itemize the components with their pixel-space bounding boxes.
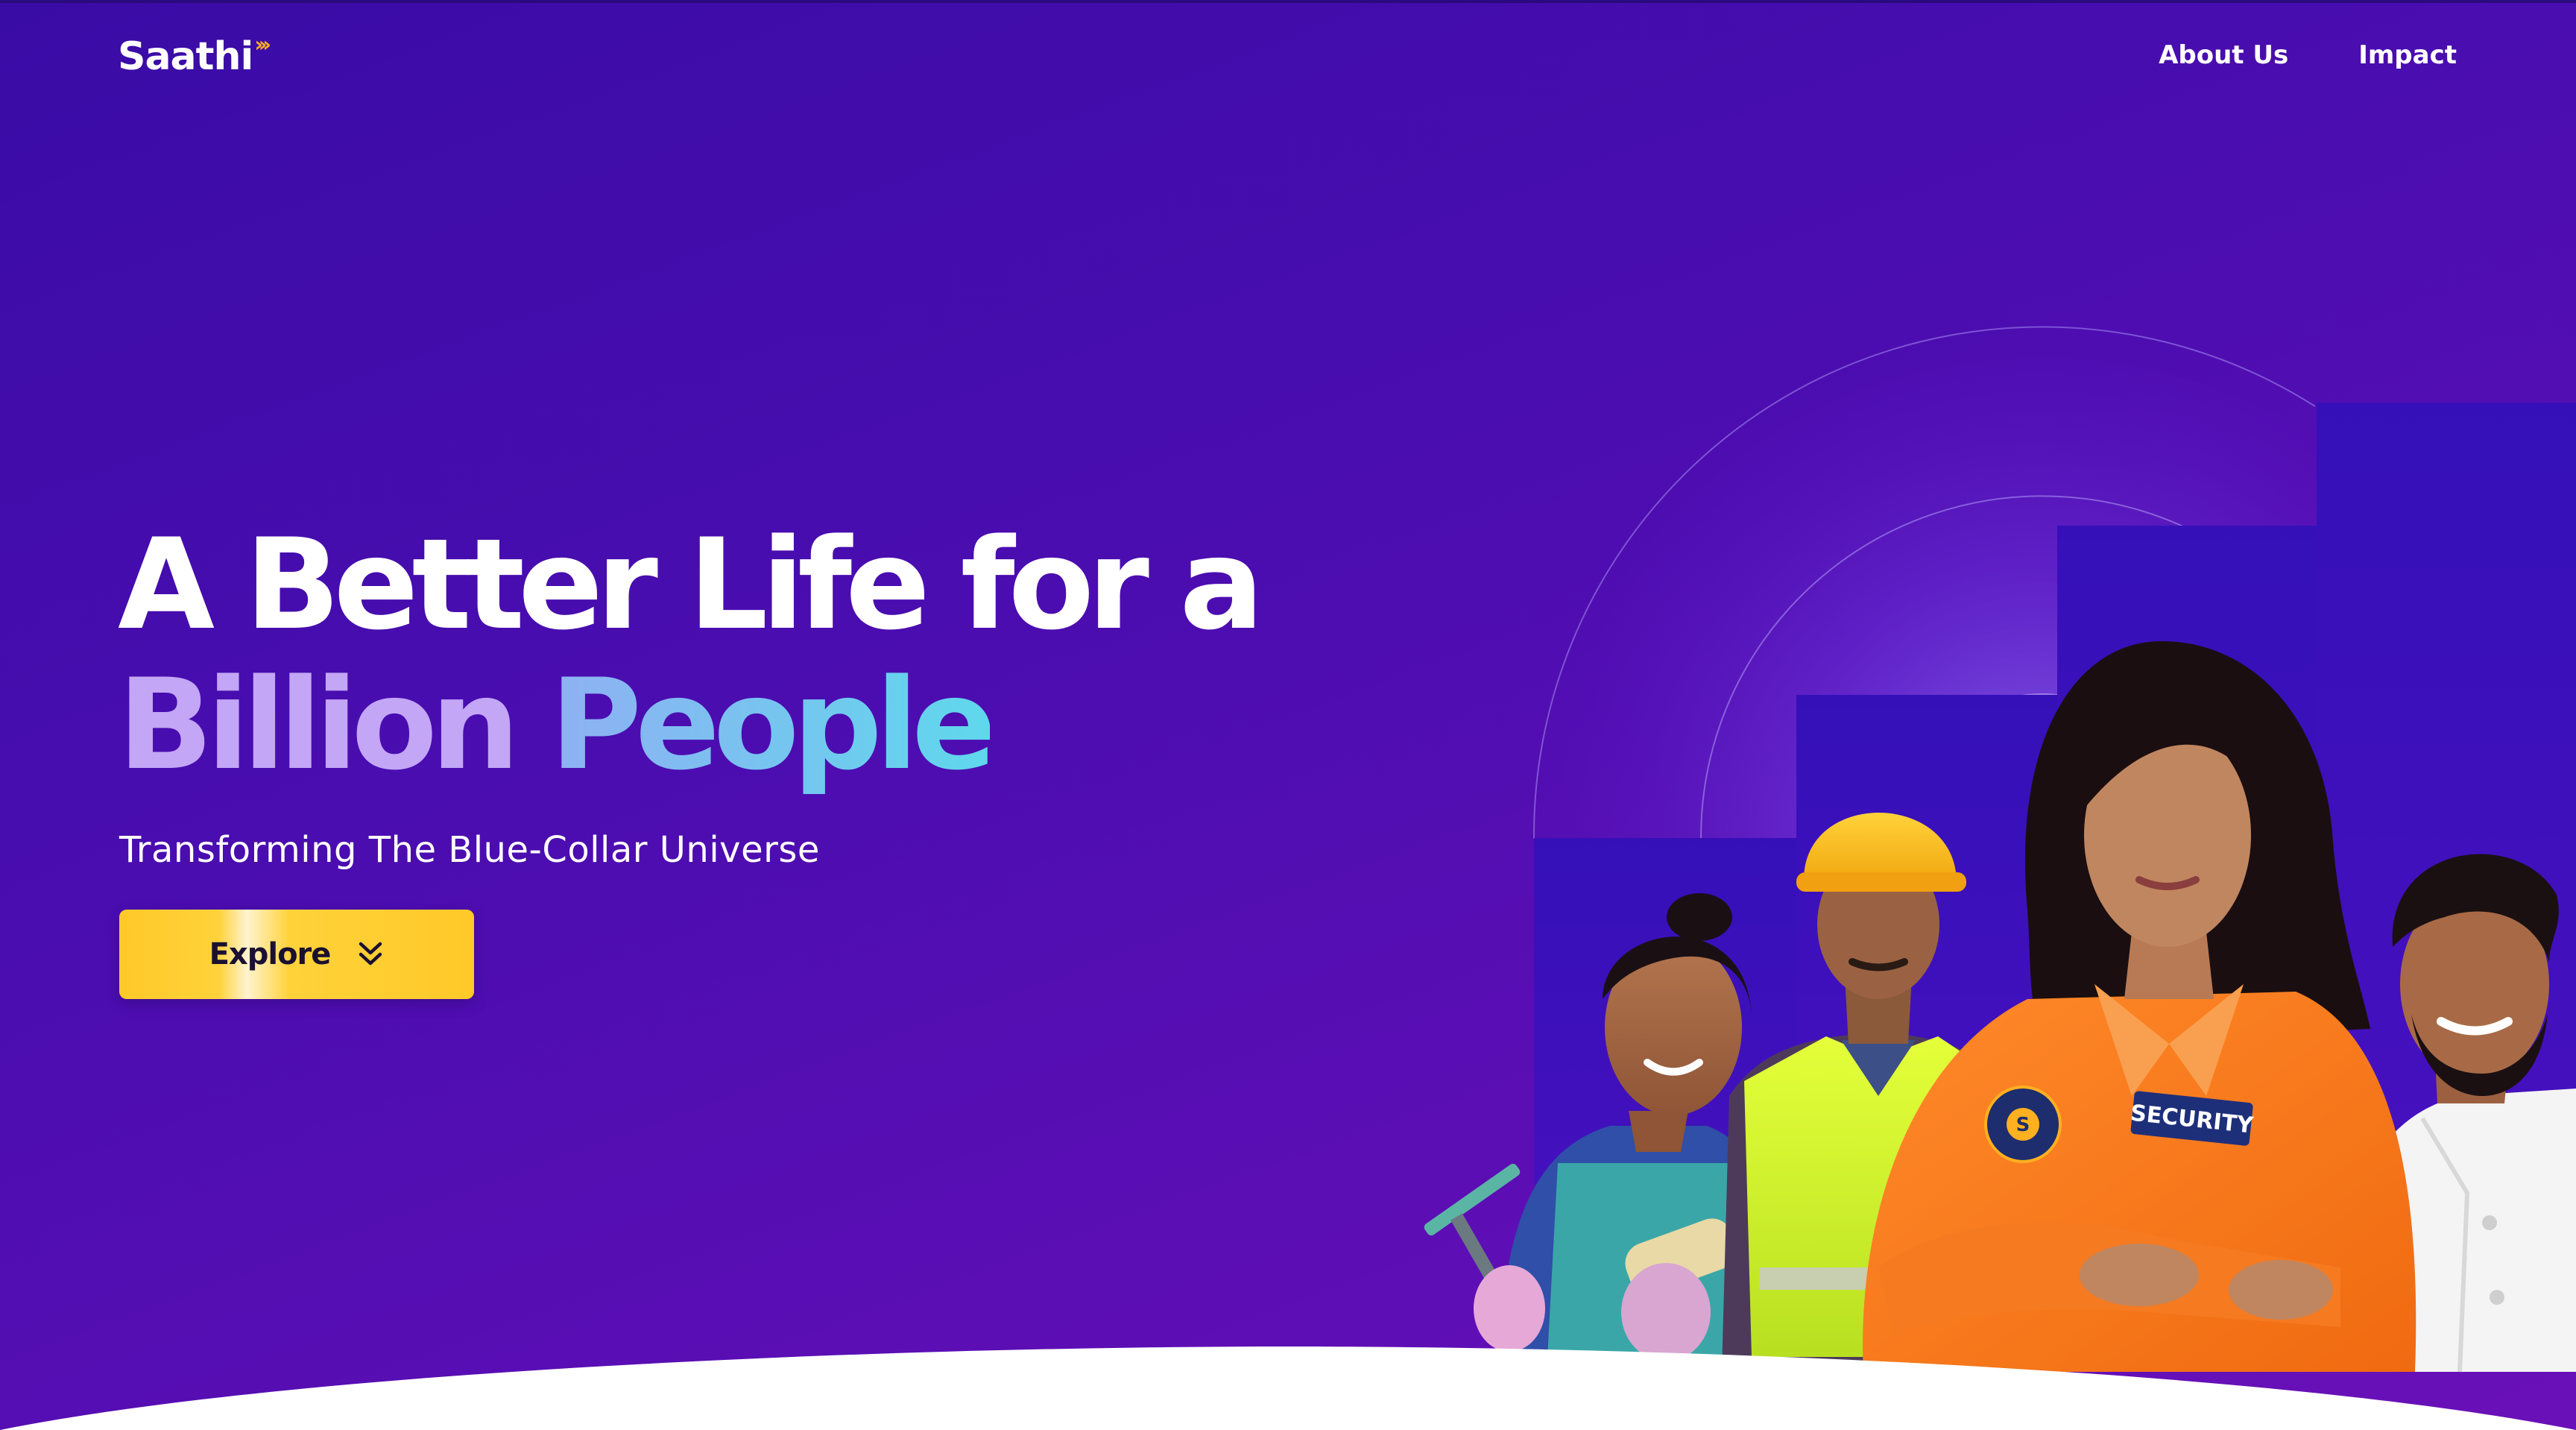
worker-construction: [1722, 813, 2012, 1372]
logo-text: Saathi: [118, 34, 253, 79]
worker-security: S SECURITY: [1863, 641, 2416, 1372]
explore-button[interactable]: Explore: [119, 910, 474, 999]
bottom-wave: [0, 1346, 2576, 1430]
headline-people: People: [549, 652, 997, 798]
svg-text:S: S: [2016, 1114, 2030, 1136]
radial-glow: [1532, 326, 2549, 840]
explore-button-label: Explore: [209, 937, 332, 971]
logo[interactable]: Saathi ›››: [118, 32, 271, 81]
bar-steps: [1534, 403, 2576, 1351]
nav-about-us-link[interactable]: About Us: [2159, 37, 2288, 73]
nav-impact-link[interactable]: Impact: [2358, 37, 2457, 73]
logo-arrows-icon: ›››: [254, 32, 271, 57]
security-badge-text: SECURITY: [2130, 1100, 2255, 1139]
hero-headline: A Better Life for a Billion People: [118, 511, 1264, 795]
worker-chef: [2326, 854, 2576, 1373]
double-chevron-down-icon: [357, 939, 384, 969]
hero-section: Saathi ››› About Us Impact A Better Life…: [0, 0, 2576, 1430]
security-badge: SECURITY: [2130, 1091, 2255, 1146]
headline-line-1: A Better Life for a: [118, 511, 1264, 658]
worker-cleaner: [1424, 893, 1783, 1372]
top-nav: About Us Impact: [2159, 37, 2457, 73]
headline-line-2: Billion People: [118, 655, 1257, 795]
headline-billion: Billion: [118, 652, 520, 798]
certified-seal-icon: S: [1984, 1086, 2062, 1163]
hero-subtitle: Transforming The Blue-Collar Universe: [119, 829, 820, 871]
